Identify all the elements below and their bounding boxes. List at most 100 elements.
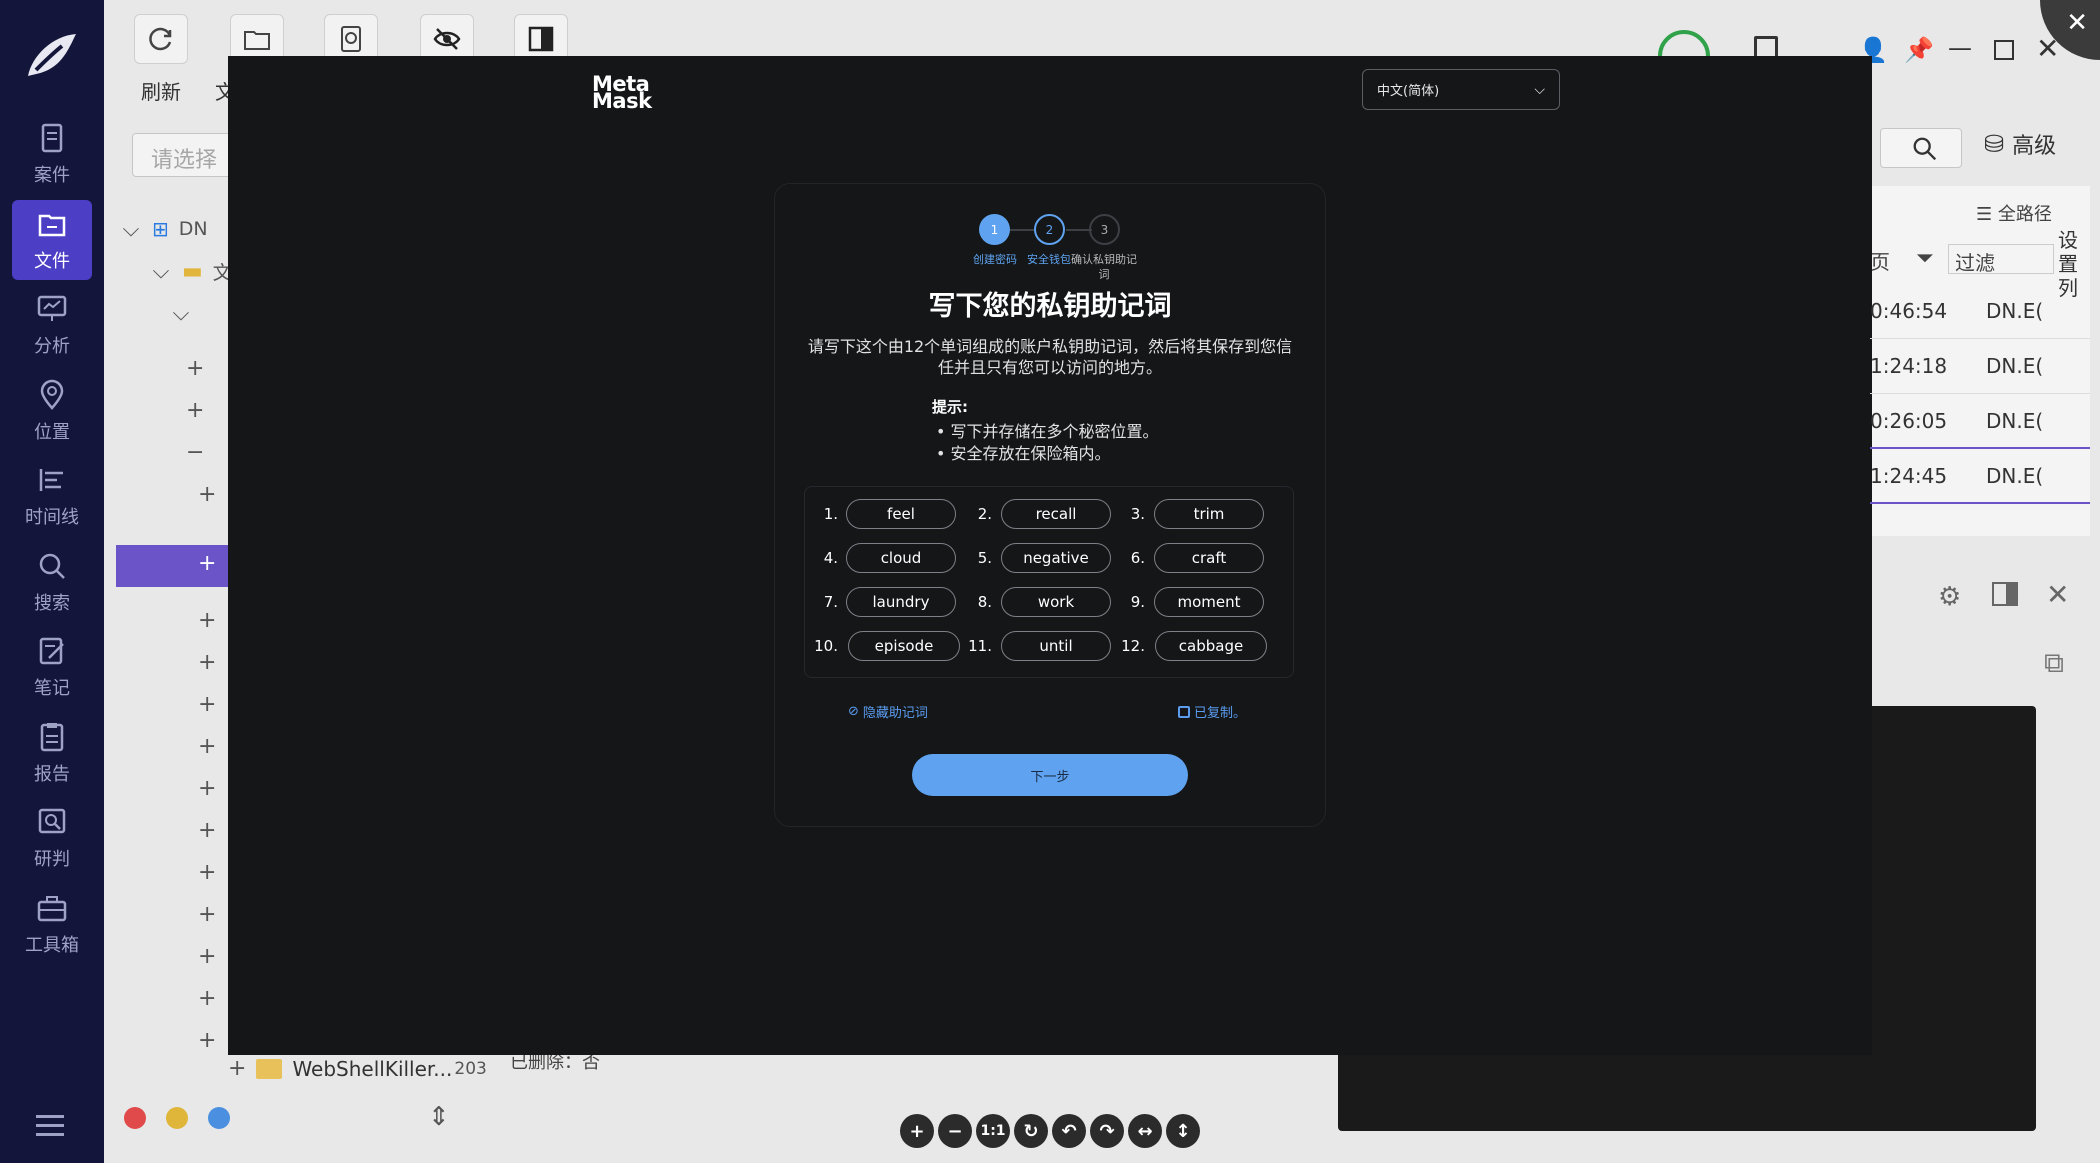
chevron-down-icon[interactable]: ⌵ (166, 301, 196, 326)
expand-plus-icon[interactable]: + (198, 551, 216, 576)
sidebar-item-label: 文件 (34, 250, 70, 272)
srp-word-number: 5. (977, 549, 992, 567)
zoom-out-icon[interactable]: − (938, 1114, 972, 1148)
undo-icon[interactable]: ↶ (1052, 1114, 1086, 1148)
filter-funnel-icon[interactable]: ⏷ (1916, 246, 1934, 271)
collapse-tree-icon[interactable]: ⇕ (428, 1102, 450, 1132)
sidebar-item-report[interactable]: 报告 (12, 713, 92, 793)
pin-icon[interactable]: 📌 (1904, 36, 1934, 64)
expand-plus-icon[interactable]: + (198, 734, 216, 759)
sidebar-item-timeline[interactable]: 时间线 (12, 456, 92, 536)
table-row[interactable]: 1:24:18 DN.E( (1870, 340, 2090, 394)
srp-word-number: 2. (977, 505, 992, 523)
image-zoom-toolbar: + −1:1 ↻ ↶ ↷ ↔ ↕ (900, 1114, 1200, 1152)
tree-item-label: WebShellKiller... (292, 1056, 453, 1081)
split-panel-icon (528, 26, 554, 52)
srp-word-chip: feel (846, 499, 956, 529)
sidebar-item-location[interactable]: 位置 (12, 371, 92, 451)
split-panel-icon[interactable] (1992, 582, 2018, 606)
search-button[interactable] (1880, 128, 1962, 168)
next-button[interactable]: 下一步 (912, 754, 1188, 796)
expand-plus-icon[interactable]: + (228, 1056, 246, 1081)
row-time: 0:46:54 (1870, 299, 1948, 323)
judge-icon (38, 808, 66, 834)
row-name: DN.E( (1986, 354, 2044, 378)
row-name: DN.E( (1986, 409, 2044, 433)
expand-plus-icon[interactable]: + (198, 1028, 216, 1053)
search-icon (1913, 137, 1937, 161)
srp-word-number: 8. (977, 593, 992, 611)
filter-input[interactable]: 过滤 (1948, 244, 2054, 275)
expand-plus-icon[interactable]: + (186, 398, 204, 423)
sidebar-item-judge[interactable]: 研判 (12, 798, 92, 878)
expand-plus-icon[interactable]: + (198, 482, 216, 507)
advanced-search-button[interactable]: ⛁ 高级 (1984, 128, 2056, 160)
settings-gear-icon[interactable]: ⚙ (1938, 582, 1961, 612)
expand-plus-icon[interactable]: + (198, 608, 216, 633)
table-row[interactable]: 0:26:05 DN.E( (1870, 395, 2090, 449)
page-column-header: 页 (1870, 250, 1890, 274)
hamburger-menu-icon[interactable] (36, 1113, 70, 1139)
sidebar-item-file[interactable]: 文件 (12, 199, 92, 280)
folder-icon: ▬ (182, 258, 203, 284)
sidebar-item-label: 时间线 (25, 507, 79, 528)
tree-row-selected[interactable]: + (116, 545, 228, 587)
minimize-icon[interactable]: — (1948, 34, 1972, 62)
refresh-label: 刷新 (141, 80, 181, 104)
metamask-logo: Meta Mask (592, 72, 652, 113)
table-row[interactable]: 1:24:45 DN.E( (1870, 450, 2090, 504)
full-path-toggle[interactable]: ☰ 全路径 (1976, 200, 2052, 226)
close-panel-icon[interactable]: ✕ (2046, 578, 2069, 611)
srp-word-number: 7. (823, 593, 838, 611)
sidebar-item-label: 工具箱 (25, 934, 79, 956)
analysis-icon (37, 295, 67, 321)
hide-srp-button[interactable]: ⊘ 隐藏助记词 (848, 702, 928, 721)
expand-plus-icon[interactable]: + (198, 776, 216, 801)
expand-plus-icon[interactable]: + (198, 860, 216, 885)
language-select[interactable]: 中文(简体) ⌵ (1362, 69, 1560, 110)
srp-word-chip: cloud (846, 543, 956, 573)
chevron-down-icon[interactable]: ⌵ (146, 259, 176, 284)
sidebar-item-toolbox[interactable]: 工具箱 (12, 884, 92, 964)
sidebar-item-case[interactable]: 案件 (12, 114, 92, 194)
tip-item: • 写下并存储在多个秘密位置。 (936, 422, 1159, 441)
expand-plus-icon[interactable]: + (198, 986, 216, 1011)
yellow-dot-button[interactable] (166, 1107, 188, 1129)
srp-word-chip: negative (1001, 543, 1111, 573)
collapse-minus-icon[interactable]: − (186, 440, 204, 465)
table-row[interactable]: 0:46:54 DN.E( (1870, 285, 2090, 339)
rotate-icon[interactable]: ↻ (1014, 1114, 1048, 1148)
report-icon (40, 722, 64, 751)
chevron-down-icon[interactable]: ⌵ (116, 217, 146, 242)
fit-height-icon[interactable]: ↕ (1166, 1114, 1200, 1148)
database-search-icon: ⛁ (1984, 130, 2005, 158)
expand-plus-icon[interactable]: + (198, 902, 216, 927)
expand-plus-icon[interactable]: + (198, 692, 216, 717)
sidebar-item-note[interactable]: 笔记 (12, 627, 92, 707)
expand-plus-icon[interactable]: + (198, 650, 216, 675)
sidebar-item-analysis[interactable]: 分析 (12, 285, 92, 365)
sidebar-item-label: 报告 (34, 763, 70, 785)
zoom-in-icon[interactable]: + (900, 1114, 934, 1148)
fit-width-icon[interactable]: ↔ (1128, 1114, 1162, 1148)
redo-icon[interactable]: ↷ (1090, 1114, 1124, 1148)
expand-plus-icon[interactable]: + (198, 944, 216, 969)
copy-srp-button[interactable]: 已复制。 (1178, 702, 1246, 721)
blue-dot-button[interactable] (208, 1107, 230, 1129)
srp-word-chip: work (1001, 587, 1111, 617)
open-external-icon[interactable]: ⧉ (2044, 646, 2064, 680)
srp-word-chip: until (1001, 631, 1111, 661)
tree-row-webshellkiller[interactable]: + WebShellKiller... 203 (228, 1056, 487, 1081)
srp-description: 请写下这个由12个单词组成的账户私钥助记词，然后将其保存到您信任并且只有您可以访… (807, 337, 1293, 377)
expand-plus-icon[interactable]: + (186, 356, 204, 381)
maximize-icon[interactable] (1994, 40, 2014, 60)
actual-size-icon[interactable]: 1:1 (976, 1114, 1010, 1148)
srp-word-number: 11. (968, 637, 992, 655)
copied-label: 已复制。 (1194, 706, 1247, 721)
refresh-button[interactable] (134, 14, 188, 64)
eye-off-icon (433, 28, 461, 50)
sidebar-item-search[interactable]: 搜索 (12, 542, 92, 622)
expand-plus-icon[interactable]: + (198, 818, 216, 843)
red-dot-button[interactable] (124, 1107, 146, 1129)
sidebar-item-label: 搜索 (34, 592, 70, 614)
